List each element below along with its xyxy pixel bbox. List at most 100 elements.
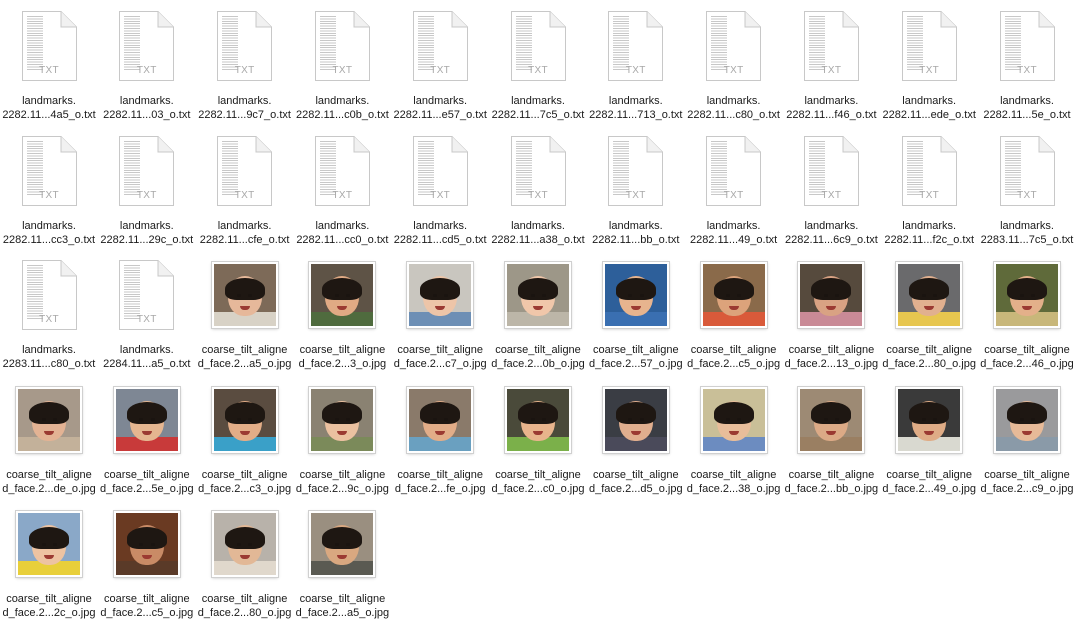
text-document-icon[interactable]: TXT (795, 133, 867, 209)
txt-file-item[interactable]: TXT landmarks. 2282.11...c0b_o.txt (293, 2, 391, 122)
txt-file-item[interactable]: TXT landmarks. 2282.11...6c9_o.txt (782, 127, 880, 247)
text-document-icon[interactable]: TXT (698, 133, 770, 209)
image-thumbnail[interactable] (502, 382, 574, 458)
jpg-file-item[interactable]: coarse_tilt_aligne d_face.2...d5_o.jpg (587, 376, 685, 496)
jpg-file-item[interactable]: coarse_tilt_aligne d_face.2...de_o.jpg (0, 376, 98, 496)
jpg-file-item[interactable]: coarse_tilt_aligne d_face.2...a5_o.jpg (293, 500, 391, 620)
txt-file-item[interactable]: TXT landmarks. 2282.11...4a5_o.txt (0, 2, 98, 122)
jpg-file-item[interactable]: coarse_tilt_aligne d_face.2...c7_o.jpg (391, 251, 489, 371)
jpg-file-item[interactable]: coarse_tilt_aligne d_face.2...80_o.jpg (880, 251, 978, 371)
txt-file-item[interactable]: TXT landmarks. 2282.11...a38_o.txt (489, 127, 587, 247)
text-document-icon[interactable]: TXT (502, 8, 574, 84)
text-document-icon[interactable]: TXT (991, 8, 1063, 84)
text-document-icon[interactable]: TXT (111, 133, 183, 209)
txt-file-item[interactable]: TXT landmarks. 2282.11...e57_o.txt (391, 2, 489, 122)
text-document-icon[interactable]: TXT (600, 133, 672, 209)
txt-file-item[interactable]: TXT landmarks. 2282.11...cc0_o.txt (293, 127, 391, 247)
text-document-icon[interactable]: TXT (502, 133, 574, 209)
jpg-file-item[interactable]: coarse_tilt_aligne d_face.2...bb_o.jpg (782, 376, 880, 496)
txt-file-item[interactable]: TXT landmarks. 2282.11...03_o.txt (98, 2, 196, 122)
text-document-icon[interactable]: TXT (111, 257, 183, 333)
jpg-file-item[interactable]: coarse_tilt_aligne d_face.2...80_o.jpg (196, 500, 294, 620)
text-document-icon[interactable]: TXT (209, 8, 281, 84)
jpg-file-item[interactable]: coarse_tilt_aligne d_face.2...0b_o.jpg (489, 251, 587, 371)
image-thumbnail[interactable] (502, 257, 574, 333)
image-thumbnail[interactable] (893, 382, 965, 458)
txt-file-item[interactable]: TXT landmarks. 2282.11...f2c_o.txt (880, 127, 978, 247)
jpg-file-item[interactable]: coarse_tilt_aligne d_face.2...3_o.jpg (293, 251, 391, 371)
image-thumbnail[interactable] (698, 257, 770, 333)
text-document-icon[interactable]: TXT (795, 8, 867, 84)
text-document-icon[interactable]: TXT (209, 133, 281, 209)
image-thumbnail[interactable] (991, 382, 1063, 458)
jpg-file-item[interactable]: coarse_tilt_aligne d_face.2...13_o.jpg (782, 251, 880, 371)
image-thumbnail[interactable] (698, 382, 770, 458)
image-thumbnail[interactable] (404, 382, 476, 458)
text-document-icon[interactable]: TXT (306, 8, 378, 84)
txt-file-item[interactable]: TXT landmarks. 2282.11...c80_o.txt (685, 2, 783, 122)
text-document-icon[interactable]: TXT (698, 8, 770, 84)
txt-file-item[interactable]: TXT landmarks. 2282.11...5e_o.txt (978, 2, 1076, 122)
image-thumbnail[interactable] (795, 257, 867, 333)
jpg-file-item[interactable]: coarse_tilt_aligne d_face.2...57_o.jpg (587, 251, 685, 371)
image-thumbnail[interactable] (600, 257, 672, 333)
text-document-icon[interactable]: TXT (893, 8, 965, 84)
txt-file-item[interactable]: TXT landmarks. 2282.11...9c7_o.txt (196, 2, 294, 122)
image-thumbnail[interactable] (13, 382, 85, 458)
image-thumbnail[interactable] (111, 382, 183, 458)
jpg-file-item[interactable]: coarse_tilt_aligne d_face.2...c5_o.jpg (685, 251, 783, 371)
txt-file-item[interactable]: TXT landmarks. 2282.11...49_o.txt (685, 127, 783, 247)
image-thumbnail[interactable] (306, 506, 378, 582)
image-thumbnail[interactable] (209, 257, 281, 333)
image-thumbnail[interactable] (991, 257, 1063, 333)
image-thumbnail[interactable] (306, 382, 378, 458)
txt-file-item[interactable]: TXT landmarks. 2283.11...c80_o.txt (0, 251, 98, 371)
text-document-icon[interactable]: TXT (13, 133, 85, 209)
txt-file-item[interactable]: TXT landmarks. 2282.11...f46_o.txt (782, 2, 880, 122)
jpg-file-item[interactable]: coarse_tilt_aligne d_face.2...49_o.jpg (880, 376, 978, 496)
text-document-icon[interactable]: TXT (404, 133, 476, 209)
file-name-label: landmarks. 2282.11...49_o.txt (685, 219, 783, 247)
image-thumbnail[interactable] (209, 382, 281, 458)
jpg-file-item[interactable]: coarse_tilt_aligne d_face.2...c9_o.jpg (978, 376, 1076, 496)
txt-file-item[interactable]: TXT landmarks. 2282.11...7c5_o.txt (489, 2, 587, 122)
jpg-file-item[interactable]: coarse_tilt_aligne d_face.2...38_o.jpg (685, 376, 783, 496)
image-thumbnail[interactable] (893, 257, 965, 333)
text-document-icon[interactable]: TXT (991, 133, 1063, 209)
image-thumbnail[interactable] (111, 506, 183, 582)
txt-file-item[interactable]: TXT landmarks. 2282.11...cc3_o.txt (0, 127, 98, 247)
file-name-line-2: 2284.11...a5_o.txt (103, 358, 191, 370)
txt-file-item[interactable]: TXT landmarks. 2282.11...cd5_o.txt (391, 127, 489, 247)
txt-file-item[interactable]: TXT landmarks. 2282.11...bb_o.txt (587, 127, 685, 247)
jpg-file-item[interactable]: coarse_tilt_aligne d_face.2...fe_o.jpg (391, 376, 489, 496)
jpg-file-item[interactable]: coarse_tilt_aligne d_face.2...c0_o.jpg (489, 376, 587, 496)
image-thumbnail[interactable] (209, 506, 281, 582)
text-document-icon[interactable]: TXT (13, 257, 85, 333)
txt-file-item[interactable]: TXT landmarks. 2282.11...ede_o.txt (880, 2, 978, 122)
image-thumbnail[interactable] (404, 257, 476, 333)
file-name-label: landmarks. 2284.11...a5_o.txt (98, 343, 196, 371)
text-document-icon[interactable]: TXT (306, 133, 378, 209)
image-thumbnail[interactable] (600, 382, 672, 458)
file-name-line-2: 2282.11...a38_o.txt (491, 233, 585, 246)
text-document-icon[interactable]: TXT (13, 8, 85, 84)
txt-file-item[interactable]: TXT landmarks. 2283.11...7c5_o.txt (978, 127, 1076, 247)
jpg-file-item[interactable]: coarse_tilt_aligne d_face.2...c3_o.jpg (196, 376, 294, 496)
jpg-file-item[interactable]: coarse_tilt_aligne d_face.2...a5_o.jpg (196, 251, 294, 371)
text-document-icon[interactable]: TXT (600, 8, 672, 84)
txt-file-item[interactable]: TXT landmarks. 2284.11...a5_o.txt (98, 251, 196, 371)
jpg-file-item[interactable]: coarse_tilt_aligne d_face.2...2c_o.jpg (0, 500, 98, 620)
text-document-icon[interactable]: TXT (893, 133, 965, 209)
jpg-file-item[interactable]: coarse_tilt_aligne d_face.2...9c_o.jpg (293, 376, 391, 496)
jpg-file-item[interactable]: coarse_tilt_aligne d_face.2...c5_o.jpg (98, 500, 196, 620)
txt-file-item[interactable]: TXT landmarks. 2282.11...29c_o.txt (98, 127, 196, 247)
text-document-icon[interactable]: TXT (404, 8, 476, 84)
image-thumbnail[interactable] (13, 506, 85, 582)
jpg-file-item[interactable]: coarse_tilt_aligne d_face.2...5e_o.jpg (98, 376, 196, 496)
txt-file-item[interactable]: TXT landmarks. 2282.11...713_o.txt (587, 2, 685, 122)
image-thumbnail[interactable] (795, 382, 867, 458)
txt-file-item[interactable]: TXT landmarks. 2282.11...cfe_o.txt (196, 127, 294, 247)
jpg-file-item[interactable]: coarse_tilt_aligne d_face.2...46_o.jpg (978, 251, 1076, 371)
image-thumbnail[interactable] (306, 257, 378, 333)
text-document-icon[interactable]: TXT (111, 8, 183, 84)
